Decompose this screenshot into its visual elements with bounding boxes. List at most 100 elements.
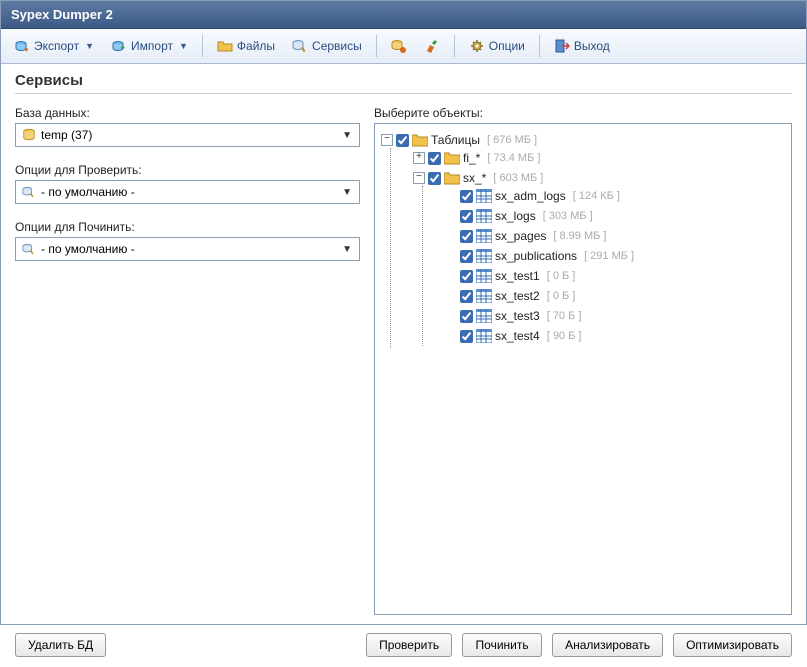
- objects-label: Выберите объекты:: [374, 106, 792, 120]
- table-checkbox[interactable]: [460, 230, 473, 243]
- table-icon: [476, 228, 492, 244]
- table-icon: [476, 208, 492, 224]
- check-options-value: - по умолчанию -: [38, 185, 339, 199]
- tree-leaf-spacer: [445, 310, 457, 322]
- database-select[interactable]: temp (37) ▼: [15, 123, 360, 147]
- expand-icon[interactable]: +: [413, 152, 425, 164]
- files-button[interactable]: Файлы: [210, 34, 282, 58]
- tree-table-row[interactable]: sx_publications[ 291 МБ ]: [445, 248, 785, 264]
- tree-table-row[interactable]: sx_logs[ 303 МБ ]: [445, 208, 785, 224]
- analyze-button[interactable]: Анализировать: [552, 633, 663, 657]
- repair-options-select[interactable]: - по умолчанию - ▼: [15, 237, 360, 261]
- tree-label: sx_logs: [495, 209, 536, 223]
- table-checkbox[interactable]: [460, 210, 473, 223]
- tree-table-row[interactable]: sx_test2[ 0 Б ]: [445, 288, 785, 304]
- options-label: Опции: [489, 39, 525, 53]
- delete-db-button[interactable]: Удалить БД: [15, 633, 106, 657]
- exit-button[interactable]: Выход: [547, 34, 617, 58]
- tree-leaf-spacer: [445, 190, 457, 202]
- table-checkbox[interactable]: [460, 190, 473, 203]
- buttons-bar: Удалить БД Проверить Починить Анализиров…: [1, 623, 806, 667]
- tree-size: [ 70 Б ]: [547, 310, 582, 322]
- tree-label: sx_test2: [495, 289, 540, 303]
- database-value: temp (37): [38, 128, 339, 142]
- tree-table-row[interactable]: sx_test1[ 0 Б ]: [445, 268, 785, 284]
- right-column: Выберите объекты: − Таблицы [ 676 МБ ]: [374, 102, 792, 615]
- tree-size: [ 90 Б ]: [547, 330, 582, 342]
- tree-size: [ 124 КБ ]: [573, 190, 620, 202]
- tree-leaf-spacer: [445, 250, 457, 262]
- content-area: Сервисы База данных: temp (37) ▼ Опции д…: [1, 64, 806, 623]
- main-toolbar: Экспорт ▼ Импорт ▼ Файлы Сервисы: [1, 29, 806, 64]
- tree-leaf-spacer: [445, 330, 457, 342]
- tree-label: Таблицы: [431, 133, 480, 147]
- tree-label: fi_*: [463, 151, 480, 165]
- toolbar-separator: [376, 35, 377, 57]
- check-options-select[interactable]: - по умолчанию - ▼: [15, 180, 360, 204]
- exit-label: Выход: [574, 39, 610, 53]
- main-row: База данных: temp (37) ▼ Опции для Прове…: [15, 102, 792, 615]
- tree-table-row[interactable]: sx_test3 [ 70 Б ]: [445, 308, 785, 324]
- db-tool-icon: [20, 185, 38, 199]
- tree-label: sx_*: [463, 171, 486, 185]
- tree-table-row[interactable]: sx_adm_logs [ 124 КБ ]: [445, 188, 785, 204]
- table-checkbox[interactable]: [460, 250, 473, 263]
- gear-icon: [469, 38, 485, 54]
- folder-icon: [444, 150, 460, 166]
- tables-checkbox[interactable]: [396, 134, 409, 147]
- table-icon: [476, 308, 492, 324]
- left-column: База данных: temp (37) ▼ Опции для Прове…: [15, 102, 360, 615]
- folder-icon: [412, 132, 428, 148]
- check-options-label: Опции для Проверить:: [15, 163, 360, 177]
- repair-options-value: - по умолчанию -: [38, 242, 339, 256]
- window-title: Sypex Dumper 2: [11, 7, 113, 22]
- tree-size: [ 8.99 МБ ]: [553, 230, 606, 242]
- folder-icon: [217, 38, 233, 54]
- optimize-button[interactable]: Оптимизировать: [673, 633, 792, 657]
- tree-size: [ 603 МБ ]: [493, 172, 543, 184]
- tree-label: sx_test1: [495, 269, 540, 283]
- repair-button[interactable]: Починить: [462, 633, 542, 657]
- import-icon: [111, 38, 127, 54]
- fi-checkbox[interactable]: [428, 152, 441, 165]
- tree-label: sx_adm_logs: [495, 189, 566, 203]
- table-checkbox[interactable]: [460, 290, 473, 303]
- table-icon: [476, 268, 492, 284]
- folder-icon: [444, 170, 460, 186]
- import-button[interactable]: Импорт ▼: [104, 34, 195, 58]
- tool2-button[interactable]: [417, 34, 447, 58]
- sx-checkbox[interactable]: [428, 172, 441, 185]
- table-checkbox[interactable]: [460, 330, 473, 343]
- brush-icon: [424, 38, 440, 54]
- export-icon: [14, 38, 30, 54]
- collapse-icon[interactable]: −: [381, 134, 393, 146]
- services-icon: [292, 38, 308, 54]
- exit-icon: [554, 38, 570, 54]
- tree-table-row[interactable]: sx_test4 [ 90 Б ]: [445, 328, 785, 344]
- table-checkbox[interactable]: [460, 310, 473, 323]
- chevron-down-icon: ▼: [339, 187, 355, 198]
- table-icon: [476, 188, 492, 204]
- tree-size: [ 676 МБ ]: [487, 134, 537, 146]
- tree-label: sx_test4: [495, 329, 540, 343]
- check-button[interactable]: Проверить: [366, 633, 452, 657]
- tree-node-tables[interactable]: − Таблицы [ 676 МБ ]: [381, 132, 785, 148]
- chevron-down-icon: ▼: [339, 244, 355, 255]
- toolbar-separator: [539, 35, 540, 57]
- services-label: Сервисы: [312, 39, 362, 53]
- tree-table-row[interactable]: sx_pages[ 8.99 МБ ]: [445, 228, 785, 244]
- tree-label: sx_publications: [495, 249, 577, 263]
- tree-node-fi[interactable]: + fi_* [ 73.4 МБ ]: [413, 150, 785, 166]
- export-button[interactable]: Экспорт ▼: [7, 34, 101, 58]
- table-checkbox[interactable]: [460, 270, 473, 283]
- services-button[interactable]: Сервисы: [285, 34, 369, 58]
- options-button[interactable]: Опции: [462, 34, 532, 58]
- tree-leaf-spacer: [445, 270, 457, 282]
- tree-node-sx[interactable]: − sx_* [ 603 МБ ]: [413, 170, 785, 186]
- tool1-button[interactable]: [384, 34, 414, 58]
- collapse-icon[interactable]: −: [413, 172, 425, 184]
- toolbar-separator: [454, 35, 455, 57]
- database-label: База данных:: [15, 106, 360, 120]
- objects-tree-panel: − Таблицы [ 676 МБ ] +: [374, 123, 792, 615]
- tree-label: sx_test3: [495, 309, 540, 323]
